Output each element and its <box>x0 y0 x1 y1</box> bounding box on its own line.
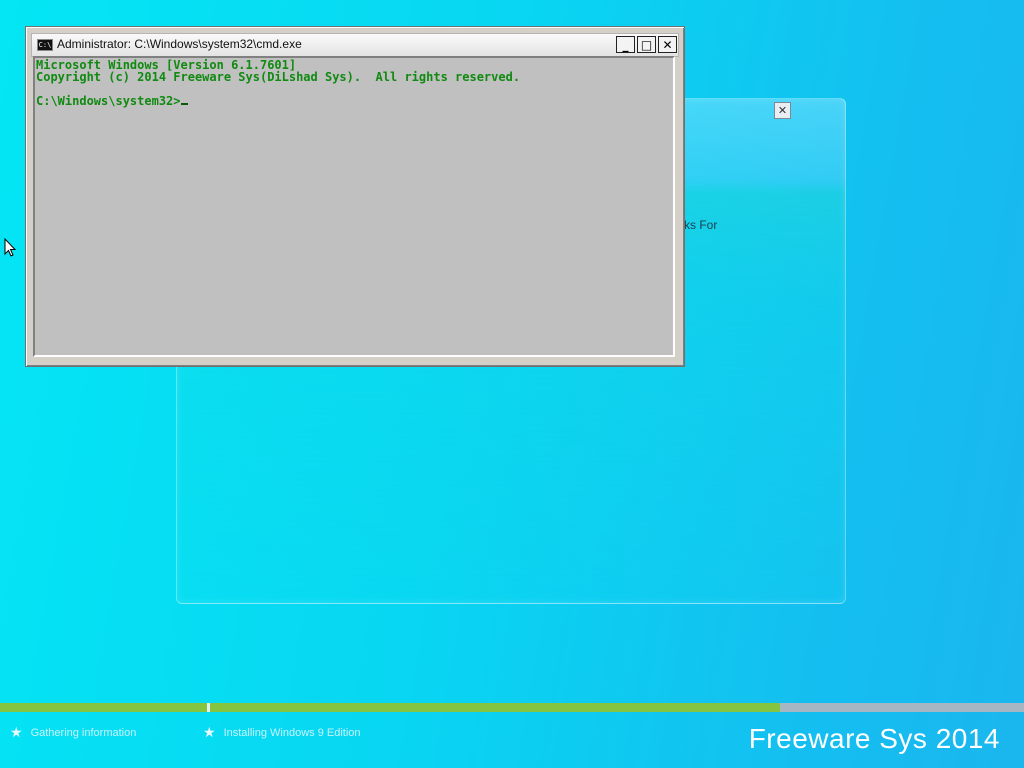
cmd-window: C:\ Administrator: C:\Windows\system32\c… <box>25 26 685 367</box>
step-installing-windows: ★ Installing Windows 9 Edition <box>203 726 361 740</box>
text-cursor <box>180 103 188 105</box>
cmd-app-icon: C:\ <box>37 39 53 51</box>
star-icon: ★ <box>203 725 216 741</box>
setup-progress-bar <box>0 703 1024 712</box>
mouse-pointer-icon <box>4 238 17 257</box>
setup-dialog-close-button[interactable]: ✕ <box>774 102 791 119</box>
console-prompt-line: C:\Windows\system32> <box>36 95 673 107</box>
console-line: Copyright (c) 2014 Freeware Sys(DiLshad … <box>36 70 521 84</box>
close-button[interactable]: ✕ <box>658 36 677 53</box>
cmd-window-title: Administrator: C:\Windows\system32\cmd.e… <box>57 37 302 51</box>
cmd-titlebar[interactable]: C:\ Administrator: C:\Windows\system32\c… <box>31 33 679 57</box>
console-prompt: C:\Windows\system32> <box>36 94 181 108</box>
step-label: Installing Windows 9 Edition <box>223 727 361 739</box>
step-gathering-information: ★ Gathering information <box>10 726 136 740</box>
setup-dialog-partial-text: ks For <box>684 218 718 232</box>
minimize-button[interactable]: _ <box>616 36 635 53</box>
step-label: Gathering information <box>30 727 137 739</box>
progress-step-1-fill <box>0 703 207 712</box>
console-output[interactable]: Microsoft Windows [Version 6.1.7601] Cop… <box>33 56 675 357</box>
maximize-button[interactable]: □ <box>637 36 656 53</box>
star-icon: ★ <box>10 725 23 741</box>
brand-label: Freeware Sys 2014 <box>748 723 1000 754</box>
progress-step-2-fill <box>210 703 780 712</box>
